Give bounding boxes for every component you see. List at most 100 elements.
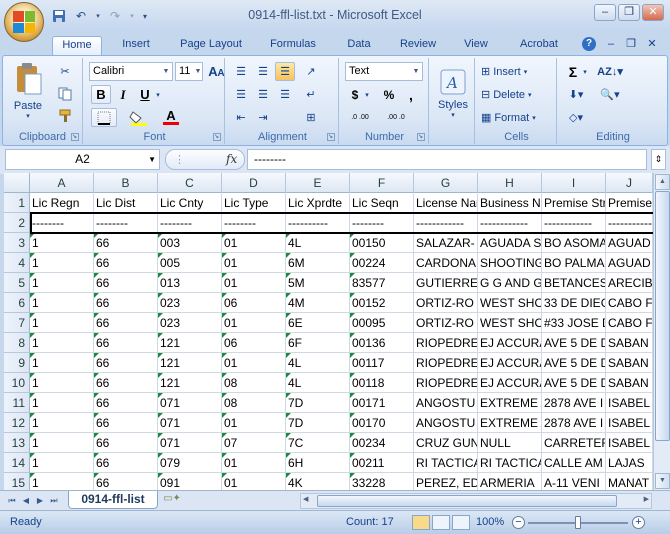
cell[interactable]: 66 — [94, 413, 158, 432]
cell[interactable]: Premise Street — [542, 193, 606, 212]
cell[interactable]: RIOPEDRE — [414, 373, 478, 392]
normal-view-icon[interactable] — [412, 515, 430, 530]
column-header-j[interactable]: J — [606, 173, 653, 193]
cell[interactable]: RI TACTICA — [478, 453, 542, 472]
delete-cells-button[interactable]: ⊟ Delete ▾ — [481, 85, 532, 104]
vertical-scroll-thumb[interactable] — [655, 191, 670, 441]
column-header-a[interactable]: A — [30, 173, 94, 193]
column-header-i[interactable]: I — [542, 173, 606, 193]
cell[interactable]: Business Name — [478, 193, 542, 212]
cell[interactable]: 7D — [286, 393, 350, 412]
comma-button[interactable]: , — [401, 85, 421, 104]
cell[interactable]: 66 — [94, 273, 158, 292]
cell[interactable]: ISABEL — [606, 433, 653, 452]
cell[interactable]: AGUAD — [606, 253, 653, 272]
decrease-indent-icon[interactable]: ⇤ — [231, 108, 251, 127]
zoom-level[interactable]: 100% — [476, 516, 504, 528]
cell[interactable]: 013 — [158, 273, 222, 292]
column-header-d[interactable]: D — [222, 173, 286, 193]
cell[interactable]: 66 — [94, 373, 158, 392]
cell[interactable]: MANAT — [606, 473, 653, 490]
first-sheet-icon[interactable]: ⏮ — [6, 494, 18, 508]
cell[interactable]: 00095 — [350, 313, 414, 332]
cell[interactable]: 66 — [94, 253, 158, 272]
cell[interactable]: ISABEL — [606, 393, 653, 412]
ribbon-close-icon[interactable]: ✕ — [645, 36, 659, 56]
cell[interactable]: 00211 — [350, 453, 414, 472]
row-header[interactable]: 4 — [4, 253, 30, 273]
cell[interactable]: 06 — [222, 333, 286, 352]
cell[interactable]: 01 — [222, 253, 286, 272]
next-sheet-icon[interactable]: ▶ — [34, 494, 46, 508]
zoom-out-icon[interactable]: − — [512, 516, 525, 529]
cell[interactable]: SHOOTING — [478, 253, 542, 272]
tab-page-layout[interactable]: Page Layout — [172, 36, 250, 56]
cell[interactable]: 1 — [30, 273, 94, 292]
italic-button[interactable]: I — [113, 85, 133, 104]
cell[interactable]: 121 — [158, 353, 222, 372]
scroll-left-icon[interactable]: ◀ — [303, 495, 308, 503]
cell[interactable]: 6H — [286, 453, 350, 472]
font-color-button[interactable]: A — [157, 108, 185, 127]
underline-dropdown-icon[interactable]: ▾ — [153, 85, 163, 104]
cell[interactable]: -------- — [94, 213, 158, 232]
cell[interactable]: 66 — [94, 453, 158, 472]
worksheet-grid[interactable]: ABCDEFGHIJ 1 Lic Regn Lic Dist Lic Cnty Lic … — [4, 173, 653, 490]
cell[interactable]: ARECIB — [606, 273, 653, 292]
cell[interactable]: CALLE AM — [542, 453, 606, 472]
cell[interactable]: 08 — [222, 373, 286, 392]
formula-input[interactable]: -------- — [247, 149, 647, 170]
cell[interactable]: AGUADA S — [478, 233, 542, 252]
cell[interactable]: 1 — [30, 473, 94, 490]
cell[interactable]: 6E — [286, 313, 350, 332]
cell[interactable]: 5M — [286, 273, 350, 292]
cell[interactable]: WEST SHO — [478, 313, 542, 332]
page-layout-view-icon[interactable] — [432, 515, 450, 530]
insert-function-button[interactable]: fx — [226, 152, 237, 166]
cell[interactable]: 7D — [286, 413, 350, 432]
cell[interactable]: SALAZAR- — [414, 233, 478, 252]
cell[interactable]: CRUZ GUN — [414, 433, 478, 452]
cell[interactable]: EJ ACCURA — [478, 373, 542, 392]
cell[interactable]: ORTIZ-RO — [414, 293, 478, 312]
cell[interactable]: -------- — [350, 213, 414, 232]
cell[interactable]: 01 — [222, 413, 286, 432]
cell[interactable]: 091 — [158, 473, 222, 490]
cell[interactable]: RIOPEDRE — [414, 353, 478, 372]
cell[interactable]: Lic Regn — [30, 193, 94, 212]
cell[interactable]: #33 JOSE D — [542, 313, 606, 332]
row-header[interactable]: 5 — [4, 273, 30, 293]
cell[interactable]: CABO F — [606, 293, 653, 312]
cell[interactable]: LAJAS — [606, 453, 653, 472]
help-icon[interactable]: ? — [582, 37, 596, 51]
cell[interactable]: 33228 — [350, 473, 414, 490]
scroll-down-icon[interactable]: ▼ — [655, 473, 670, 489]
shrink-font-button[interactable]: A — [215, 64, 227, 83]
cell[interactable]: AVE 5 DE D — [542, 373, 606, 392]
tab-home[interactable]: Home — [52, 36, 102, 56]
cell[interactable]: ------------ — [478, 213, 542, 232]
column-header-b[interactable]: B — [94, 173, 158, 193]
select-all-corner[interactable] — [4, 173, 30, 193]
cell[interactable]: 6F — [286, 333, 350, 352]
row-header[interactable]: 15 — [4, 473, 30, 490]
row-header[interactable]: 6 — [4, 293, 30, 313]
cell[interactable]: AGUAD — [606, 233, 653, 252]
font-name-combo[interactable]: Calibri ▼ — [89, 62, 173, 81]
bold-button[interactable]: B — [91, 85, 111, 104]
cell[interactable]: BO ASOMA — [542, 233, 606, 252]
cell[interactable]: ---------- — [286, 213, 350, 232]
cell[interactable]: 1 — [30, 293, 94, 312]
align-left-icon[interactable]: ☰ — [231, 85, 251, 104]
cell[interactable]: 01 — [222, 473, 286, 490]
cell[interactable]: CABO F — [606, 313, 653, 332]
cell[interactable]: ARMERIA — [478, 473, 542, 490]
row-header[interactable]: 7 — [4, 313, 30, 333]
cell[interactable]: 33 DE DIEG — [542, 293, 606, 312]
align-right-icon[interactable]: ☰ — [275, 85, 295, 104]
cell[interactable]: 005 — [158, 253, 222, 272]
copy-icon[interactable] — [55, 84, 75, 103]
cell[interactable]: ------------ — [414, 213, 478, 232]
autosum-button[interactable]: Σ — [563, 62, 583, 81]
cell[interactable]: SABAN — [606, 333, 653, 352]
